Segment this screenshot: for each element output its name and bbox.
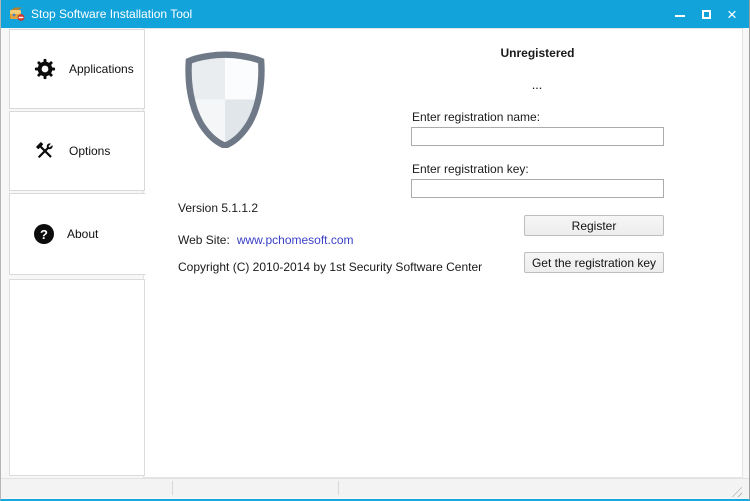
question-icon: ? [34,224,54,244]
tools-icon [36,142,54,158]
registration-name-label: Enter registration name: [412,110,541,124]
window-controls: × [667,0,745,28]
website-row: Web Site: www.pchomesoft.com [178,233,354,247]
registration-status-detail: ... [532,81,543,91]
copyright-text: Copyright (C) 2010-2014 by 1st Security … [178,260,483,274]
status-bar [1,478,749,498]
registration-key-label: Enter registration key: [412,162,529,176]
get-registration-key-button[interactable]: Get the registration key [524,252,664,273]
maximize-icon [701,9,711,19]
sidebar-item-label: Options [69,144,111,158]
titlebar[interactable]: Stop Software Installation Tool × [1,0,749,28]
website-link[interactable]: www.pchomesoft.com [237,233,354,247]
registration-status: Unregistered [500,46,575,60]
website-label: Web Site: [178,233,230,247]
shield-logo-icon [185,51,265,148]
minimize-icon [675,15,685,17]
sidebar-item-label: Applications [69,62,134,76]
registration-name-input[interactable] [411,127,664,146]
sidebar-filler-panel [9,279,145,476]
sidebar-item-applications[interactable]: Applications [9,29,145,109]
register-button[interactable]: Register [524,215,664,236]
window-title: Stop Software Installation Tool [31,7,193,21]
sidebar-item-options[interactable]: Options [9,111,145,191]
close-button[interactable]: × [719,0,745,28]
minimize-button[interactable] [667,0,693,28]
maximize-button[interactable] [693,0,719,28]
app-icon [10,7,25,21]
status-bar-divider [172,481,173,495]
registration-key-input[interactable] [411,179,664,198]
close-icon: × [727,4,737,24]
version-text: Version 5.1.1.2 [178,201,259,215]
sidebar-item-label: About [67,227,99,241]
gear-icon [34,58,56,80]
sidebar-item-about[interactable]: ? About [9,193,146,275]
app-window: Stop Software Installation Tool × Applic… [0,0,750,501]
status-bar-divider [338,481,339,495]
